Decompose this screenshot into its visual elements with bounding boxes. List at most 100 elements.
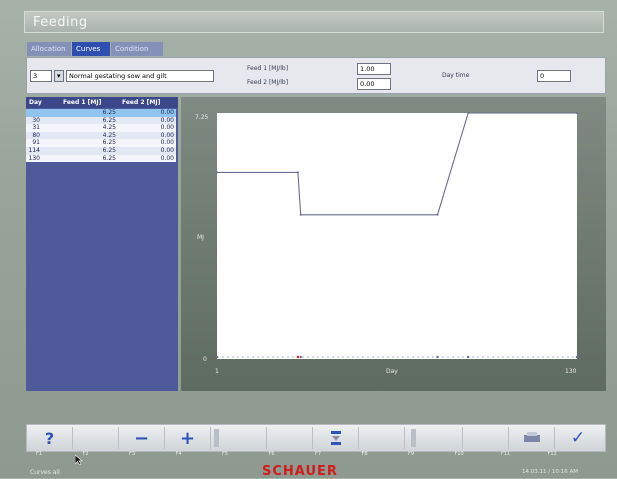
- function-key-label: F7: [315, 451, 322, 457]
- column-header-feed2: Feed 2 [MJ]: [122, 99, 161, 106]
- status-text: Curves all: [30, 469, 60, 476]
- table-cell-day: 80: [32, 131, 40, 139]
- empty-button-f8[interactable]: [359, 427, 405, 449]
- feed1-label: Feed 1 [MJ/lb]: [247, 65, 289, 72]
- curve-point-marker[interactable]: [466, 355, 470, 359]
- tab-allocation[interactable]: Allocation: [27, 42, 71, 56]
- curve-number-field[interactable]: 3: [30, 70, 52, 82]
- minus-icon: −: [133, 427, 150, 449]
- separator-handle: [411, 429, 416, 447]
- curve-table: Day Feed 1 [MJ] Feed 2 [MJ] 6.25 0.00 30 6.…: [26, 97, 178, 391]
- table-cell-feed2: 0.00: [160, 109, 174, 116]
- table-row[interactable]: 114 6.25 0.00: [26, 147, 176, 155]
- curve-point-marker[interactable]: [296, 355, 300, 359]
- feed1-value-field[interactable]: 1.00: [357, 63, 391, 75]
- function-toolbar: ? − + ✓: [26, 424, 606, 452]
- curve-select-button[interactable]: ▾: [54, 70, 64, 82]
- date-time: 14.03.11 / 10:16 AM: [522, 469, 578, 475]
- empty-button-f9[interactable]: [417, 427, 463, 449]
- table-cell-day: 30: [32, 116, 40, 124]
- function-key-label: F12: [547, 451, 557, 457]
- separator-handle: [214, 429, 219, 447]
- table-cell-feed2: 0.00: [160, 124, 174, 132]
- table-row[interactable]: 91 6.25 0.00: [26, 139, 176, 147]
- checkmark-icon: ✓: [570, 428, 586, 448]
- function-key-label: F9: [408, 451, 415, 457]
- x-axis-label: Day: [386, 368, 398, 375]
- copy-curve-button[interactable]: [313, 427, 359, 449]
- table-cell-feed2: 0.00: [160, 139, 174, 147]
- table-cell-feed2: 0.00: [160, 147, 174, 154]
- table-header: Day Feed 1 [MJ] Feed 2 [MJ]: [26, 97, 178, 108]
- table-cell-day: 114: [28, 147, 40, 154]
- table-cell-feed2: 0.00: [160, 131, 174, 139]
- curve-point-marker[interactable]: [436, 355, 439, 359]
- function-key-label: F4: [175, 451, 182, 457]
- table-row[interactable]: 30 6.25 0.00: [26, 116, 176, 125]
- function-key-label: F2: [82, 451, 89, 457]
- feed2-label: Feed 2 [MJ/lb]: [247, 79, 289, 86]
- day-time-label: Day time: [442, 72, 470, 79]
- function-key-label: F6: [268, 451, 275, 457]
- plus-icon: +: [179, 427, 196, 449]
- curve-point-marker[interactable]: [215, 355, 219, 359]
- table-cell-feed1: 6.25: [102, 154, 116, 162]
- empty-button-f10[interactable]: [463, 427, 509, 449]
- table-cell-feed1: 6.25: [102, 139, 116, 147]
- help-icon: ?: [44, 428, 55, 448]
- curve-settings-panel: 3 ▾ Normal gestating sow and gilt Feed 1…: [26, 57, 606, 94]
- table-cell-day: 130: [28, 154, 40, 162]
- table-cell-feed1: 6.25: [102, 109, 116, 116]
- window-title: Feeding: [33, 15, 88, 30]
- plus-button[interactable]: +: [165, 427, 211, 449]
- data-point[interactable]: [436, 213, 439, 216]
- print-icon: [523, 432, 540, 442]
- curve-name-field[interactable]: Normal gestating sow and gilt: [66, 70, 214, 82]
- table-row[interactable]: 31 4.25 0.00: [26, 124, 176, 132]
- print-button[interactable]: [509, 427, 555, 449]
- column-header-day: Day: [29, 99, 42, 106]
- data-point[interactable]: [299, 213, 302, 216]
- table-row[interactable]: 130 6.25 0.00: [26, 154, 176, 163]
- data-point[interactable]: [296, 171, 299, 174]
- chart-panel: 7.25 0 MJ 1 130 Day: [181, 97, 606, 391]
- column-header-feed1: Feed 1 [MJ]: [63, 99, 102, 106]
- curve-point-marker[interactable]: [299, 355, 302, 359]
- table-row[interactable]: 6.25 0.00: [26, 109, 176, 117]
- plot-area: [217, 113, 577, 359]
- table-cell-day: 91: [32, 139, 40, 147]
- tab-condition[interactable]: Condition: [111, 42, 163, 56]
- minus-button[interactable]: −: [119, 427, 165, 449]
- table-cell-feed1: 4.25: [102, 124, 116, 132]
- data-point[interactable]: [467, 112, 470, 114]
- x-tick-label-min: 1: [215, 368, 219, 375]
- title-bar: Feeding: [24, 11, 604, 33]
- mouse-cursor-icon: [75, 455, 83, 465]
- function-key-label: F10: [454, 451, 464, 457]
- feed2-value-field[interactable]: 0.00: [357, 78, 391, 90]
- ok-button[interactable]: ✓: [555, 427, 601, 449]
- day-time-field[interactable]: 0: [537, 70, 571, 82]
- y-tick-label-max: 7.25: [195, 114, 209, 121]
- data-point[interactable]: [216, 171, 218, 174]
- table-cell-day: 31: [32, 124, 40, 132]
- dropdown-icon: ▾: [57, 72, 61, 80]
- empty-button-f6[interactable]: [267, 427, 313, 449]
- empty-button-f2[interactable]: [73, 427, 119, 449]
- table-row[interactable]: 80 4.25 0.00: [26, 131, 176, 140]
- function-key-label: F3: [129, 451, 136, 457]
- table-cell-feed1: 4.25: [102, 131, 116, 139]
- table-cell-feed2: 0.00: [160, 154, 174, 162]
- y-tick-label-min: 0: [203, 356, 207, 363]
- help-button[interactable]: ?: [27, 427, 73, 449]
- empty-button-f5[interactable]: [221, 427, 267, 449]
- function-key-label: F11: [501, 451, 511, 457]
- tab-curves[interactable]: Curves: [72, 42, 110, 56]
- table-cell-feed1: 6.25: [102, 116, 116, 124]
- y-axis-label: MJ: [197, 234, 204, 241]
- curve-point-marker[interactable]: [575, 355, 579, 359]
- feed-curve-chart: 7.25 0 MJ 1 130 Day: [195, 112, 579, 375]
- table-cell-feed2: 0.00: [160, 116, 174, 124]
- data-point[interactable]: [576, 112, 578, 114]
- brand-logo: SCHAUER: [262, 464, 338, 479]
